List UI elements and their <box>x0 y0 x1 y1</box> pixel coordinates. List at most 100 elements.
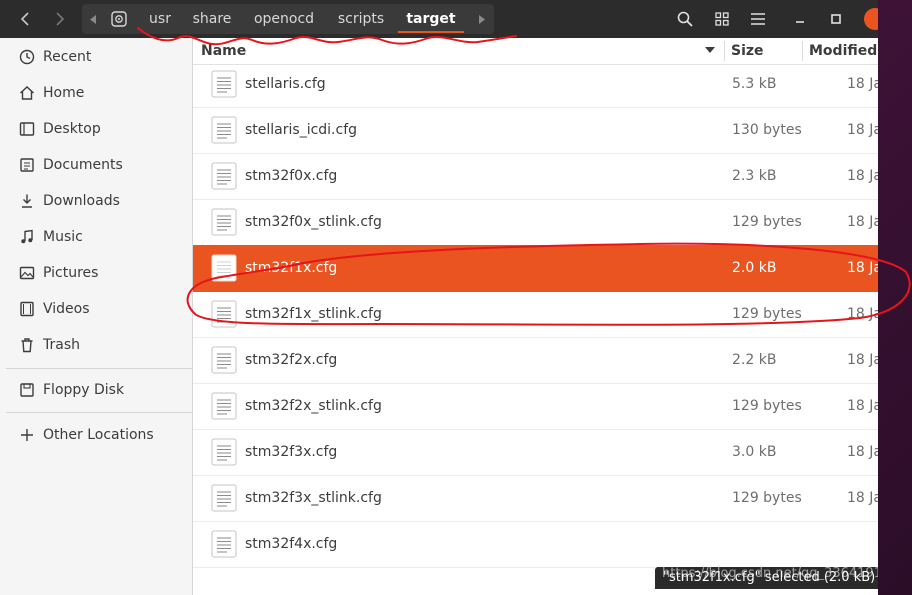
file-name: stm32f2x_stlink.cfg <box>245 398 382 414</box>
maximize-button[interactable] <box>825 8 847 30</box>
places-sidebar: Recent Home Desktop Documents Downloads … <box>0 38 193 595</box>
hamburger-icon <box>751 13 765 25</box>
file-name: stm32f3x.cfg <box>245 444 338 460</box>
header-bar: usr share openocd scripts target <box>0 0 878 38</box>
file-row[interactable]: stm32f0x.cfg 2.3 kB 18 Ja <box>193 153 878 200</box>
file-modified: 18 Ja <box>847 306 878 322</box>
file-row[interactable]: stm32f3x.cfg 3.0 kB 18 Ja <box>193 429 878 476</box>
search-button[interactable] <box>674 8 696 30</box>
sidebar-item-documents[interactable]: Documents <box>0 147 192 183</box>
chevron-right-icon <box>56 12 65 26</box>
text-file-icon <box>211 484 237 512</box>
sidebar-item-label: Music <box>43 229 83 245</box>
crumb-usr[interactable]: usr <box>140 4 180 34</box>
file-row[interactable]: stm32f1x.cfg 2.0 kB 18 Ja <box>193 245 878 292</box>
watermark-text: https://blog.csdn.net/qq_33641919 <box>662 566 878 581</box>
file-name: stellaris.cfg <box>245 76 326 92</box>
forward-button[interactable] <box>47 6 73 32</box>
sort-descending-icon <box>705 47 715 53</box>
file-row[interactable]: stm32f3x_stlink.cfg 129 bytes 18 Ja <box>193 475 878 522</box>
sidebar-item-label: Downloads <box>43 193 120 209</box>
file-name: stm32f0x_stlink.cfg <box>245 214 382 230</box>
file-size: 129 bytes <box>732 306 802 322</box>
music-icon <box>18 228 36 246</box>
desktop-icon <box>18 120 36 138</box>
sidebar-item-recent[interactable]: Recent <box>0 39 192 75</box>
file-row[interactable]: stellaris.cfg 5.3 kB 18 Ja <box>193 61 878 108</box>
view-toggle-button[interactable] <box>711 8 733 30</box>
sidebar-item-label: Floppy Disk <box>43 382 125 398</box>
path-scroll-left-button[interactable] <box>86 11 100 27</box>
text-file-icon <box>211 392 237 420</box>
text-file-icon <box>211 530 237 558</box>
sidebar-item-label: Pictures <box>43 265 99 281</box>
triangle-left-icon <box>89 14 96 24</box>
sidebar-item-music[interactable]: Music <box>0 219 192 255</box>
file-name: stm32f1x.cfg <box>245 260 338 276</box>
sidebar-item-label: Other Locations <box>43 427 154 443</box>
file-row[interactable]: stm32f2x.cfg 2.2 kB 18 Ja <box>193 337 878 384</box>
sidebar-item-label: Documents <box>43 157 123 173</box>
text-file-icon <box>211 438 237 466</box>
path-scroll-right-button[interactable] <box>474 11 488 27</box>
sidebar-item-label: Home <box>43 85 85 101</box>
file-modified: 18 Ja <box>847 76 878 92</box>
close-button[interactable] <box>864 8 878 30</box>
sidebar-item-pictures[interactable]: Pictures <box>0 255 192 291</box>
file-modified: 18 Ja <box>847 260 878 276</box>
documents-icon <box>18 156 36 174</box>
sidebar-item-trash[interactable]: Trash <box>0 327 192 363</box>
trash-icon <box>18 336 36 354</box>
file-size: 130 bytes <box>732 122 802 138</box>
column-header-name[interactable]: Name <box>201 38 721 64</box>
sidebar-item-desktop[interactable]: Desktop <box>0 111 192 147</box>
grid-icon <box>715 12 729 26</box>
file-size: 5.3 kB <box>732 76 777 92</box>
sidebar-item-home[interactable]: Home <box>0 75 192 111</box>
chevron-left-icon <box>20 12 29 26</box>
file-modified: 18 Ja <box>847 168 878 184</box>
column-header-modified[interactable]: Modified <box>809 38 878 64</box>
path-bar: usr share openocd scripts target <box>82 4 494 34</box>
column-header-size[interactable]: Size <box>731 38 799 64</box>
sidebar-item-downloads[interactable]: Downloads <box>0 183 192 219</box>
file-name: stm32f3x_stlink.cfg <box>245 490 382 506</box>
file-size: 129 bytes <box>732 490 802 506</box>
file-row[interactable]: stellaris_icdi.cfg 130 bytes 18 Ja <box>193 107 878 154</box>
file-size: 2.3 kB <box>732 168 777 184</box>
file-row[interactable]: stm32f2x_stlink.cfg 129 bytes 18 Ja <box>193 383 878 430</box>
crumb-target[interactable]: target <box>398 4 464 34</box>
sidebar-item-videos[interactable]: Videos <box>0 291 192 327</box>
file-row[interactable]: stm32f0x_stlink.cfg 129 bytes 18 Ja <box>193 199 878 246</box>
menu-button[interactable] <box>747 8 769 30</box>
text-file-icon <box>211 300 237 328</box>
file-modified: 18 Ja <box>847 214 878 230</box>
drive-crumb[interactable] <box>110 10 128 28</box>
text-file-icon <box>211 70 237 98</box>
minimize-icon <box>796 21 804 23</box>
crumb-openocd[interactable]: openocd <box>248 4 320 34</box>
sidebar-item-floppy-disk[interactable]: Floppy Disk <box>0 372 192 408</box>
column-divider <box>724 41 725 61</box>
file-modified: 18 Ja <box>847 122 878 138</box>
floppy-icon <box>18 381 36 399</box>
crumb-share[interactable]: share <box>186 4 238 34</box>
sidebar-separator <box>6 412 192 413</box>
file-modified: 18 Ja <box>847 352 878 368</box>
file-manager-window: usr share openocd scripts target Recent … <box>0 0 878 595</box>
file-modified: 18 Ja <box>847 490 878 506</box>
sidebar-item-label: Desktop <box>43 121 101 137</box>
sidebar-separator <box>6 368 192 369</box>
file-row[interactable]: stm32f4x.cfg <box>193 521 878 568</box>
minimize-button[interactable] <box>789 8 811 30</box>
drive-icon <box>111 11 127 27</box>
file-row[interactable]: stm32f1x_stlink.cfg 129 bytes 18 Ja <box>193 291 878 338</box>
file-size: 2.0 kB <box>732 260 777 276</box>
plus-icon <box>18 426 36 444</box>
sidebar-item-label: Recent <box>43 49 92 65</box>
home-icon <box>18 84 36 102</box>
back-button[interactable] <box>12 6 38 32</box>
sidebar-item-other-locations[interactable]: Other Locations <box>0 417 192 453</box>
downloads-icon <box>18 192 36 210</box>
crumb-scripts[interactable]: scripts <box>330 4 392 34</box>
